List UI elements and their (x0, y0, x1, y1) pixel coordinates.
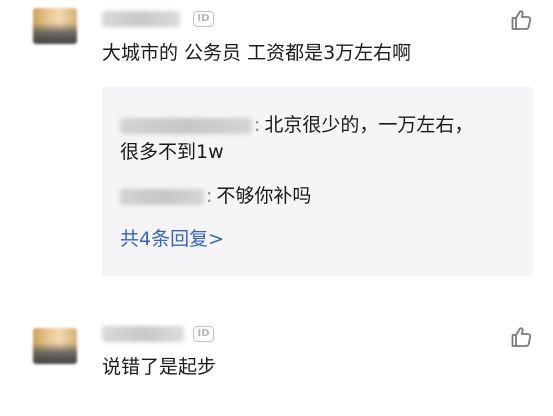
reply-separator: : (206, 185, 213, 207)
avatar[interactable] (33, 328, 77, 364)
comment-text: 说错了是起步 (102, 356, 217, 378)
username-blurred[interactable] (102, 11, 180, 27)
reply-separator: : (254, 114, 261, 136)
thumbs-up-icon[interactable] (509, 8, 533, 32)
comment-item: ID 大城市的 公务员 工资都是3万左右啊 : 北京很少的，一万左右， 很多不到1… (0, 0, 553, 300)
reply-text: 北京很少的，一万左右， (264, 114, 474, 136)
id-badge-icon: ID (193, 326, 214, 342)
reply-username-blurred[interactable] (120, 188, 204, 205)
view-more-replies-link[interactable]: 共4条回复> (120, 226, 224, 252)
username-blurred[interactable] (102, 326, 184, 342)
id-badge-icon: ID (193, 11, 214, 27)
reply-text-continued: 很多不到1w (120, 141, 224, 163)
comment-text: 大城市的 公务员 工资都是3万左右啊 (102, 42, 412, 64)
reply-item: : 北京很少的，一万左右， 很多不到1w (120, 112, 473, 166)
avatar[interactable] (33, 8, 77, 44)
reply-username-blurred[interactable] (120, 117, 252, 134)
thumbs-up-icon[interactable] (509, 325, 533, 349)
comment-item: ID 说错了是起步 (0, 320, 553, 416)
reply-text: 不够你补吗 (216, 185, 312, 207)
reply-item: : 不够你补吗 (120, 183, 311, 210)
replies-panel: : 北京很少的，一万左右， 很多不到1w : 不够你补吗 共4条回复> (102, 87, 533, 276)
